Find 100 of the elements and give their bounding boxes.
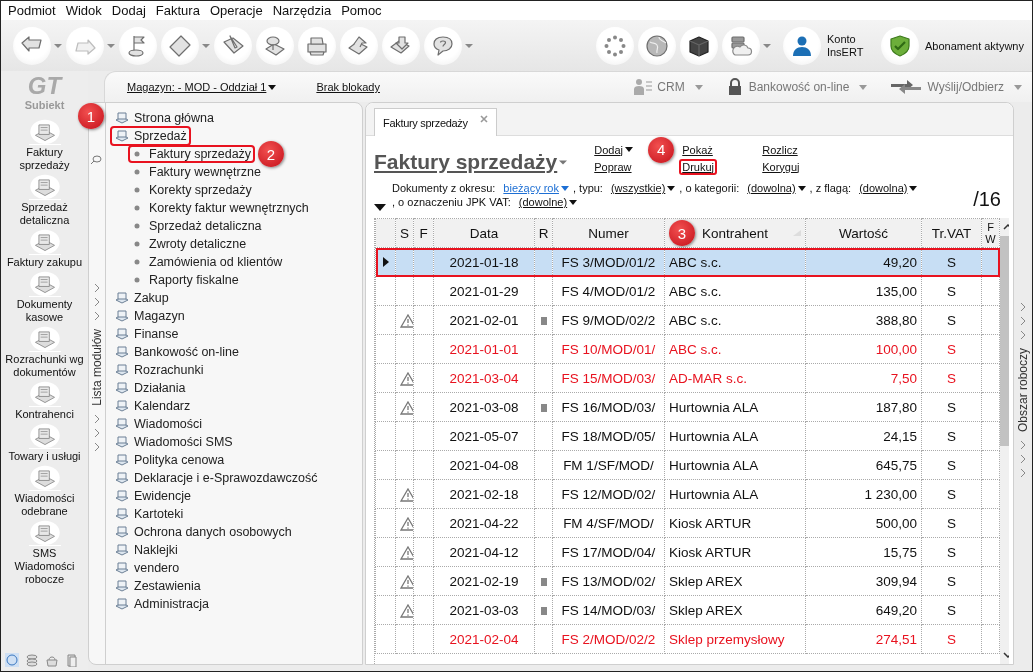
action-link[interactable]: Pokaż	[679, 141, 716, 158]
page-title[interactable]: Faktury sprzedaży	[374, 150, 568, 174]
tree-item[interactable]: Polityka cenowa	[110, 450, 229, 470]
action-link[interactable]: Dodaj	[591, 141, 636, 158]
table-row[interactable]: 2021-03-03 FS 14/MOD/03/ Sklep AREX 649,20 S	[375, 595, 1000, 625]
column-header[interactable]: Numer	[552, 218, 665, 248]
table-row[interactable]: 2021-01-18 FS 3/MOD/01/2 ABC s.c. 49,20 S	[375, 247, 1000, 277]
table-row[interactable]: 2021-04-12 FS 17/MOD/04/ Kiosk ARTUR 15,75 S	[375, 537, 1000, 567]
tree-item[interactable]: Raporty fiskalne	[128, 271, 243, 289]
menu-button[interactable]: CRM	[633, 78, 703, 96]
table-row[interactable]: 2021-03-04 FS 15/MOD/03/ AD-MAR s.c. 7,50 S	[375, 363, 1000, 393]
tree-item[interactable]: Zakup	[110, 288, 173, 308]
menu-item[interactable]: Dodaj	[108, 3, 153, 18]
tree-item[interactable]: Rozrachunki	[110, 360, 208, 380]
table-row[interactable]: 2021-02-19 FS 13/MOD/02/ Sklep AREX 309,94 S	[375, 566, 1000, 596]
sidebar-item[interactable]: Faktury zakupu	[1, 228, 88, 269]
sidebar-item[interactable]: Dokumenty kasowe	[1, 270, 88, 324]
column-header[interactable]: Data	[433, 218, 535, 248]
caret-icon[interactable]	[374, 204, 386, 211]
chevron-icon[interactable]	[1020, 440, 1026, 451]
warehouse-dropdown[interactable]: Magazyn: - MOD - Oddział 1	[127, 81, 277, 93]
sidebar-item[interactable]: SMS Wiadomości robocze	[1, 519, 88, 586]
table-row[interactable]: 2021-05-07 FS 18/MOD/05/ Hurtownia ALA 24,15 S	[375, 421, 1000, 451]
filter-dropdown[interactable]: (wszystkie)	[610, 182, 676, 194]
tree-item[interactable]: Działania	[110, 378, 190, 398]
chevron-icon[interactable]	[94, 413, 100, 424]
tree-item[interactable]: Ochrona danych osobowych	[110, 522, 296, 542]
scroll-up-icon[interactable]	[1002, 224, 1009, 230]
tree-item[interactable]: Korekty sprzedaży	[128, 181, 256, 199]
tree-item[interactable]: Korekty faktur wewnętrznych	[128, 199, 313, 217]
filter-dropdown[interactable]: (dowolne)	[518, 196, 578, 208]
table-row[interactable]: 2021-04-08 FM 1/SF/MOD/ Hurtownia ALA 645,75 S	[375, 450, 1000, 480]
tree-item[interactable]: Finanse	[110, 324, 183, 344]
lock-status-link[interactable]: Brak blokady	[316, 81, 380, 93]
action-link[interactable]: Drukuj	[679, 158, 718, 175]
tree-item[interactable]: Sprzedaż	[110, 126, 191, 146]
tree-item[interactable]: Magazyn	[110, 306, 189, 326]
scroll-down-icon[interactable]	[1002, 652, 1009, 658]
menu-item[interactable]: Podmiot	[5, 3, 63, 18]
column-header[interactable]: S	[395, 218, 414, 248]
toolbar-button[interactable]	[679, 26, 718, 65]
tree-item[interactable]: Ewidencje	[110, 486, 195, 506]
table-row[interactable]: 2021-02-18 FS 12/MOD/02/ Hurtownia ALA 1 230,00 S	[375, 479, 1000, 509]
circle-icon[interactable]	[5, 653, 19, 667]
menu-item[interactable]: Widok	[62, 3, 109, 18]
menu-item[interactable]: Pomoc	[338, 3, 389, 18]
action-link[interactable]: Popraw	[591, 158, 635, 175]
menu-item[interactable]: Narzędzia	[269, 3, 339, 18]
tree-item[interactable]: vendero	[110, 558, 184, 578]
tree-item[interactable]: Zamówienia od klientów	[128, 253, 287, 271]
tree-item[interactable]: Wiadomości	[110, 414, 207, 434]
column-header[interactable]: R	[534, 218, 553, 248]
action-link[interactable]: Rozlicz	[759, 141, 801, 158]
coins-icon[interactable]	[25, 653, 39, 667]
filter-dropdown[interactable]: (dowolna)	[859, 182, 918, 194]
tree-item[interactable]: Sprzedaż detaliczna	[128, 217, 266, 235]
chevron-icon[interactable]	[94, 441, 100, 452]
sidebar-item[interactable]: Kontrahenci	[1, 380, 88, 421]
sidebar-item[interactable]: Sprzedaż detaliczna	[1, 173, 88, 227]
column-header[interactable]: Wartość	[805, 218, 922, 248]
column-header[interactable]: F	[413, 218, 434, 248]
chevron-icon[interactable]	[94, 427, 100, 438]
sidebar-item[interactable]: Rozrachunki wg dokumentów	[1, 325, 88, 379]
table-row[interactable]: 2021-01-01 FS 10/MOD/01/ ABC s.c. 100,00 S	[375, 334, 1000, 364]
tree-item[interactable]: Strona główna	[110, 108, 218, 128]
menu-button[interactable]: Wyślij/Odbierz	[889, 78, 1022, 96]
tree-item[interactable]: Naklejki	[110, 540, 182, 560]
column-header[interactable]: F W	[981, 218, 1000, 248]
tab[interactable]: Faktury sprzedaży	[374, 108, 497, 136]
pin-icon[interactable]	[90, 155, 102, 165]
menu-button[interactable]: Bankowość on-line	[724, 78, 868, 96]
tree-item[interactable]: Administracja	[110, 594, 214, 614]
tree-item[interactable]: Kalendarz	[110, 396, 195, 416]
tree-item[interactable]: Bankowość on-line	[110, 342, 243, 362]
panel-label[interactable]: Lista modułów	[90, 329, 104, 406]
table-row[interactable]: 2021-02-04 FS 2/MOD/02/2 Sklep przemysłowy 274,51 S	[375, 624, 1000, 654]
filter-dropdown[interactable]: (dowolna)	[747, 182, 806, 194]
table-row[interactable]: 2021-03-08 FS 16/MOD/03/ Hurtownia ALA 187,80 S	[375, 392, 1000, 422]
sidebar-item[interactable]: Wiadomości odebrane	[1, 464, 88, 518]
table-row[interactable]: 2021-02-01 FS 9/MOD/02/2 ABC s.c. 388,80 S	[375, 305, 1000, 335]
tree-item[interactable]: Wiadomości SMS	[110, 432, 237, 452]
account-button[interactable]: Konto InsERT	[782, 26, 869, 65]
tree-item[interactable]: Faktury sprzedaży	[128, 145, 256, 163]
subscription-button[interactable]: Abonament aktywny	[880, 26, 1024, 65]
panel-label[interactable]: Obszar roboczy	[1016, 348, 1030, 433]
column-header[interactable]: 3 Kontrahent	[664, 218, 806, 248]
tree-item[interactable]: Zestawienia	[110, 576, 205, 596]
tree-item[interactable]: Zwroty detaliczne	[128, 235, 251, 253]
table-row[interactable]: 2021-04-22 FM 4/SF/MOD/ Kiosk ARTUR 500,00 S	[375, 508, 1000, 538]
filter-dropdown[interactable]: bieżący rok	[503, 182, 569, 194]
chevron-icon[interactable]	[1020, 468, 1026, 479]
column-header[interactable]: Tr.VAT	[921, 218, 982, 248]
tree-item[interactable]: Deklaracje i e-Sprawozdawczość	[110, 468, 322, 488]
menu-item[interactable]: Faktura	[152, 3, 207, 18]
action-link[interactable]: Koryguj	[759, 158, 803, 175]
menu-item[interactable]: Operacje	[206, 3, 270, 18]
sidebar-item[interactable]: Towary i usługi	[1, 422, 88, 463]
chevron-icon[interactable]	[1020, 454, 1026, 465]
basket-icon[interactable]	[45, 653, 59, 667]
tree-item[interactable]: Kartoteki	[110, 504, 188, 524]
